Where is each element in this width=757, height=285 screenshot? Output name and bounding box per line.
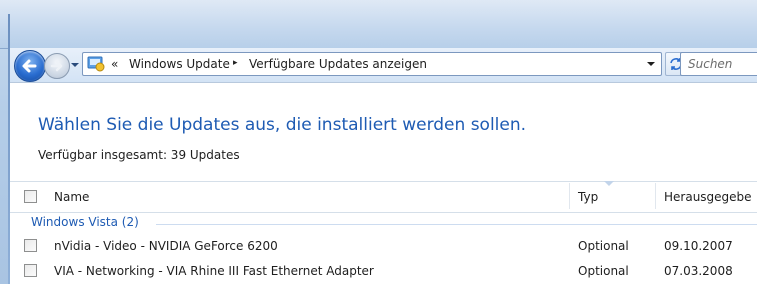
control-panel-icon [87,56,105,72]
column-header-published[interactable]: Herausgegebe [664,190,752,204]
update-date: 07.03.2008 [664,264,733,278]
select-all-checkbox[interactable] [24,190,37,203]
breadcrumb-available-updates[interactable]: Verfügbare Updates anzeigen [249,57,427,71]
update-checkbox[interactable] [24,239,37,252]
breadcrumb-overflow[interactable]: « [111,57,118,71]
update-name[interactable]: nVidia - Video - NVIDIA GeForce 6200 [54,239,278,253]
breadcrumb-separator-icon[interactable]: ▸ [233,58,238,68]
recent-pages-dropdown-icon[interactable] [70,60,80,70]
group-divider [156,224,757,225]
column-divider[interactable] [569,183,570,209]
sort-indicator-icon [604,181,614,186]
update-type: Optional [578,239,629,253]
search-placeholder[interactable]: Suchen [688,57,732,71]
forward-arrow-icon [50,60,63,72]
breadcrumb-windows-update[interactable]: Windows Update [129,57,230,71]
back-button[interactable] [14,50,46,82]
back-arrow-icon [22,59,37,73]
column-header-type[interactable]: Typ [578,190,598,204]
update-type: Optional [578,264,629,278]
update-name[interactable]: VIA - Networking - VIA Rhine III Fast Et… [54,264,374,278]
column-header-row [10,181,757,213]
column-header-name[interactable]: Name [54,190,89,204]
page-title: Wählen Sie die Updates aus, die installi… [38,115,527,135]
address-dropdown-icon[interactable] [646,59,656,69]
forward-button[interactable] [44,53,70,79]
update-count-summary: Verfügbar insgesamt: 39 Updates [38,148,240,162]
update-checkbox[interactable] [24,264,37,277]
update-date: 09.10.2007 [664,239,733,253]
window-title-area [0,0,757,49]
group-header-windows-vista[interactable]: Windows Vista (2) [31,215,139,229]
column-divider[interactable] [655,183,656,209]
